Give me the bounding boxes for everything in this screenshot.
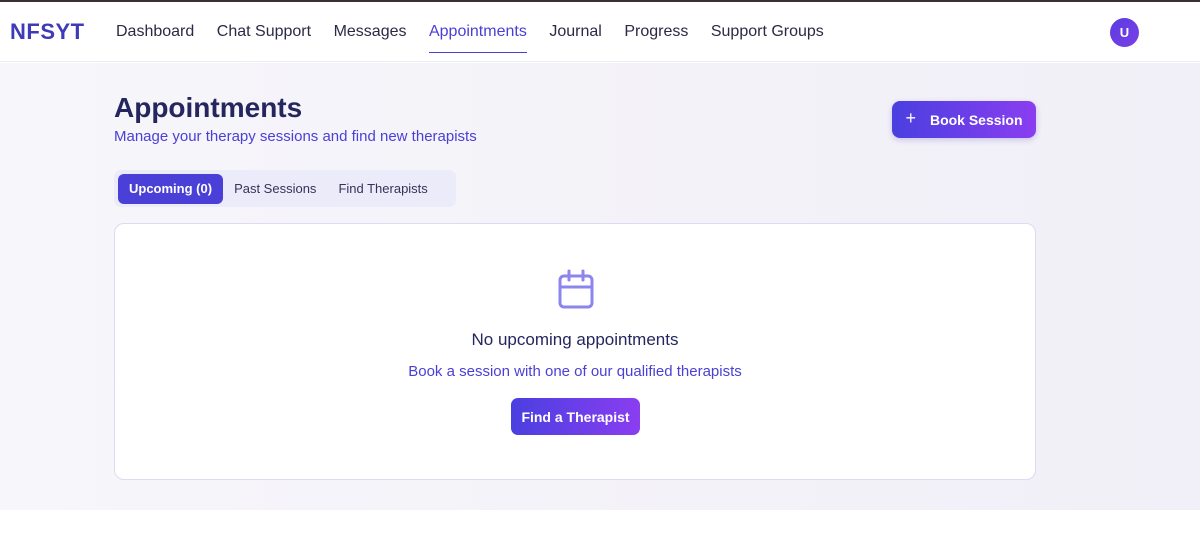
plus-icon: + [905,108,916,128]
empty-state-subtitle: Book a session with one of our qualified… [408,363,742,380]
page-subtitle: Manage your therapy sessions and find ne… [114,128,477,145]
nav-link-progress[interactable]: Progress [624,15,688,49]
main-nav: Dashboard Chat Support Messages Appointm… [116,2,846,62]
tab-past-sessions[interactable]: Past Sessions [223,174,327,204]
nav-link-journal[interactable]: Journal [549,15,601,49]
brand-logo[interactable]: NFSYT [10,19,85,45]
calendar-icon [558,269,594,309]
empty-state-card: No upcoming appointments Book a session … [114,223,1036,480]
appointments-tabs: Upcoming (0) Past Sessions Find Therapis… [114,170,456,207]
top-navbar: NFSYT Dashboard Chat Support Messages Ap… [0,2,1200,62]
tab-upcoming[interactable]: Upcoming (0) [118,173,224,204]
book-session-label: Book Session [929,111,1023,128]
nav-link-dashboard[interactable]: Dashboard [116,15,194,49]
nav-link-support-groups[interactable]: Support Groups [711,15,824,49]
nav-link-chat-support[interactable]: Chat Support [217,15,311,49]
tab-find-therapists[interactable]: Find Therapists [327,174,438,204]
nav-link-messages[interactable]: Messages [334,15,407,49]
nav-link-appointments[interactable]: Appointments [428,15,527,53]
page-footer-area [0,510,1200,547]
find-therapist-button[interactable]: Find a Therapist [511,398,640,435]
book-session-button[interactable]: + Book Session [892,101,1036,138]
page-title: Appointments [114,92,303,123]
user-avatar[interactable]: U [1110,18,1139,47]
empty-state-title: No upcoming appointments [471,330,679,349]
